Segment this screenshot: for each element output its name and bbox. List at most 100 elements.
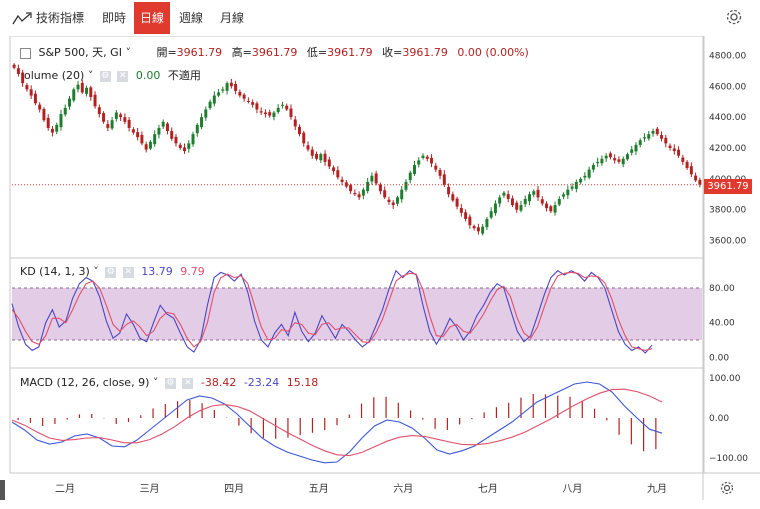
candle-body [647, 134, 651, 139]
candle-body [528, 194, 531, 202]
candle-body [668, 145, 672, 148]
time-axis-settings-icon[interactable] [719, 480, 735, 496]
candle-body [553, 205, 557, 213]
symbol-chevron-icon[interactable]: ˅ [122, 46, 131, 59]
candle-body [413, 164, 416, 175]
interval-weekly-button[interactable]: 週線 [173, 2, 209, 34]
candle-body [425, 156, 429, 159]
interval-tick-button[interactable]: 即時 [96, 2, 132, 34]
scroll-left-marker [0, 480, 5, 500]
volume-settings-icon[interactable]: ⚙ [99, 70, 111, 82]
indicators-label: 技術指標 [36, 11, 85, 25]
macd-value: -38.42 [200, 376, 237, 389]
time-axis-label: 六月 [393, 483, 413, 495]
candle-body [336, 170, 340, 178]
candle-body [353, 193, 357, 195]
price-axis-tick-label: 4400.00 [709, 113, 746, 123]
volume-note: 不適用 [167, 69, 201, 82]
open-value: 3961.79 [176, 46, 223, 59]
close-value: 3961.79 [402, 46, 448, 59]
candle-body [153, 134, 157, 145]
symbol-label[interactable]: S&P 500, 天, GI [39, 46, 122, 59]
interval-monthly-button[interactable]: 月線 [214, 2, 250, 34]
candle-body [630, 149, 634, 153]
candle-body [285, 105, 289, 110]
candle-body [625, 154, 629, 160]
candle-body [110, 120, 114, 129]
candle-body [280, 104, 284, 106]
candle-body [442, 174, 446, 186]
candle-body [183, 147, 186, 152]
candle-body [217, 92, 221, 96]
candle-body [634, 144, 638, 152]
volume-remove-icon[interactable]: ✕ [117, 70, 129, 82]
candle-body [651, 131, 655, 134]
candle-body [374, 173, 378, 184]
collapse-icon[interactable] [20, 47, 31, 59]
candle-body [387, 199, 391, 202]
candle-body [489, 211, 493, 218]
candle-body [596, 161, 600, 164]
candle-body [187, 143, 191, 149]
macd-axis-tick-label: 100.00 [709, 374, 741, 384]
candle-body [468, 216, 472, 226]
candle-body [255, 103, 259, 110]
candle-body [327, 159, 331, 167]
kd-band [12, 288, 702, 340]
candle-body [191, 134, 195, 145]
candle-body [272, 112, 276, 117]
kd-chevron-icon[interactable]: ˅ [90, 265, 99, 278]
low-value: 3961.79 [327, 46, 373, 59]
candle-body [404, 181, 408, 190]
candle-body [225, 83, 229, 91]
indicators-button[interactable]: 技術指標 [6, 2, 90, 34]
kd-axis-tick-label: 80.00 [709, 284, 735, 294]
candle-body [366, 181, 370, 192]
candle-body [664, 137, 668, 144]
kd-remove-icon[interactable]: ✕ [122, 266, 134, 278]
candle-body [263, 112, 267, 115]
candle-body [408, 172, 412, 181]
settings-gear-icon[interactable] [725, 8, 743, 26]
candle-body [127, 119, 131, 128]
volume-legend: olume (20) ˅ ⚙ ✕ 0.00 不適用 [24, 67, 201, 83]
volume-chevron-icon[interactable]: ˅ [84, 69, 94, 82]
macd-chevron-icon[interactable]: ˅ [149, 376, 159, 389]
candle-body [570, 186, 574, 189]
price-axis-tick-label: 4200.00 [709, 144, 746, 154]
candle-body [293, 119, 297, 127]
interval-daily-button[interactable]: 日線 [134, 2, 171, 34]
candle-body [85, 87, 89, 94]
candle-body [165, 123, 169, 132]
price-legend: S&P 500, 天, GI ˅ 開=3961.79 高=3961.79 低=3… [20, 44, 529, 60]
candle-body [114, 112, 118, 119]
candle-body [395, 197, 399, 204]
time-axis-label: 四月 [224, 483, 244, 495]
candle-body [131, 129, 135, 133]
macd-legend: MACD (12, 26, close, 9) ˅ ⚙ ✕ -38.42 -23… [20, 376, 318, 389]
volume-label[interactable]: olume (20) [24, 69, 84, 82]
candle-body [617, 159, 621, 162]
kd-axis-tick-label: 0.00 [709, 353, 729, 363]
candle-body [545, 203, 549, 209]
candle-body [485, 218, 489, 228]
candle-body [562, 194, 566, 197]
time-axis-label: 七月 [478, 483, 498, 495]
candle-body [174, 136, 178, 144]
macd-label[interactable]: MACD (12, 26, close, 9) [20, 376, 149, 389]
candle-body [289, 108, 293, 118]
candle-body [50, 128, 54, 133]
candle-body [55, 124, 59, 132]
candle-body [302, 132, 306, 144]
kd-label[interactable]: KD (14, 1, 3) [20, 265, 90, 278]
macd-axis-tick-label: 0.00 [709, 414, 729, 424]
kd-settings-icon[interactable]: ⚙ [105, 266, 117, 278]
candle-body [587, 169, 591, 178]
candle-body [93, 94, 97, 107]
macd-settings-icon[interactable]: ⚙ [164, 377, 176, 389]
candle-body [574, 181, 578, 189]
candle-body [391, 202, 395, 206]
candle-body [212, 95, 216, 104]
candle-body [438, 170, 442, 176]
macd-remove-icon[interactable]: ✕ [182, 377, 194, 389]
